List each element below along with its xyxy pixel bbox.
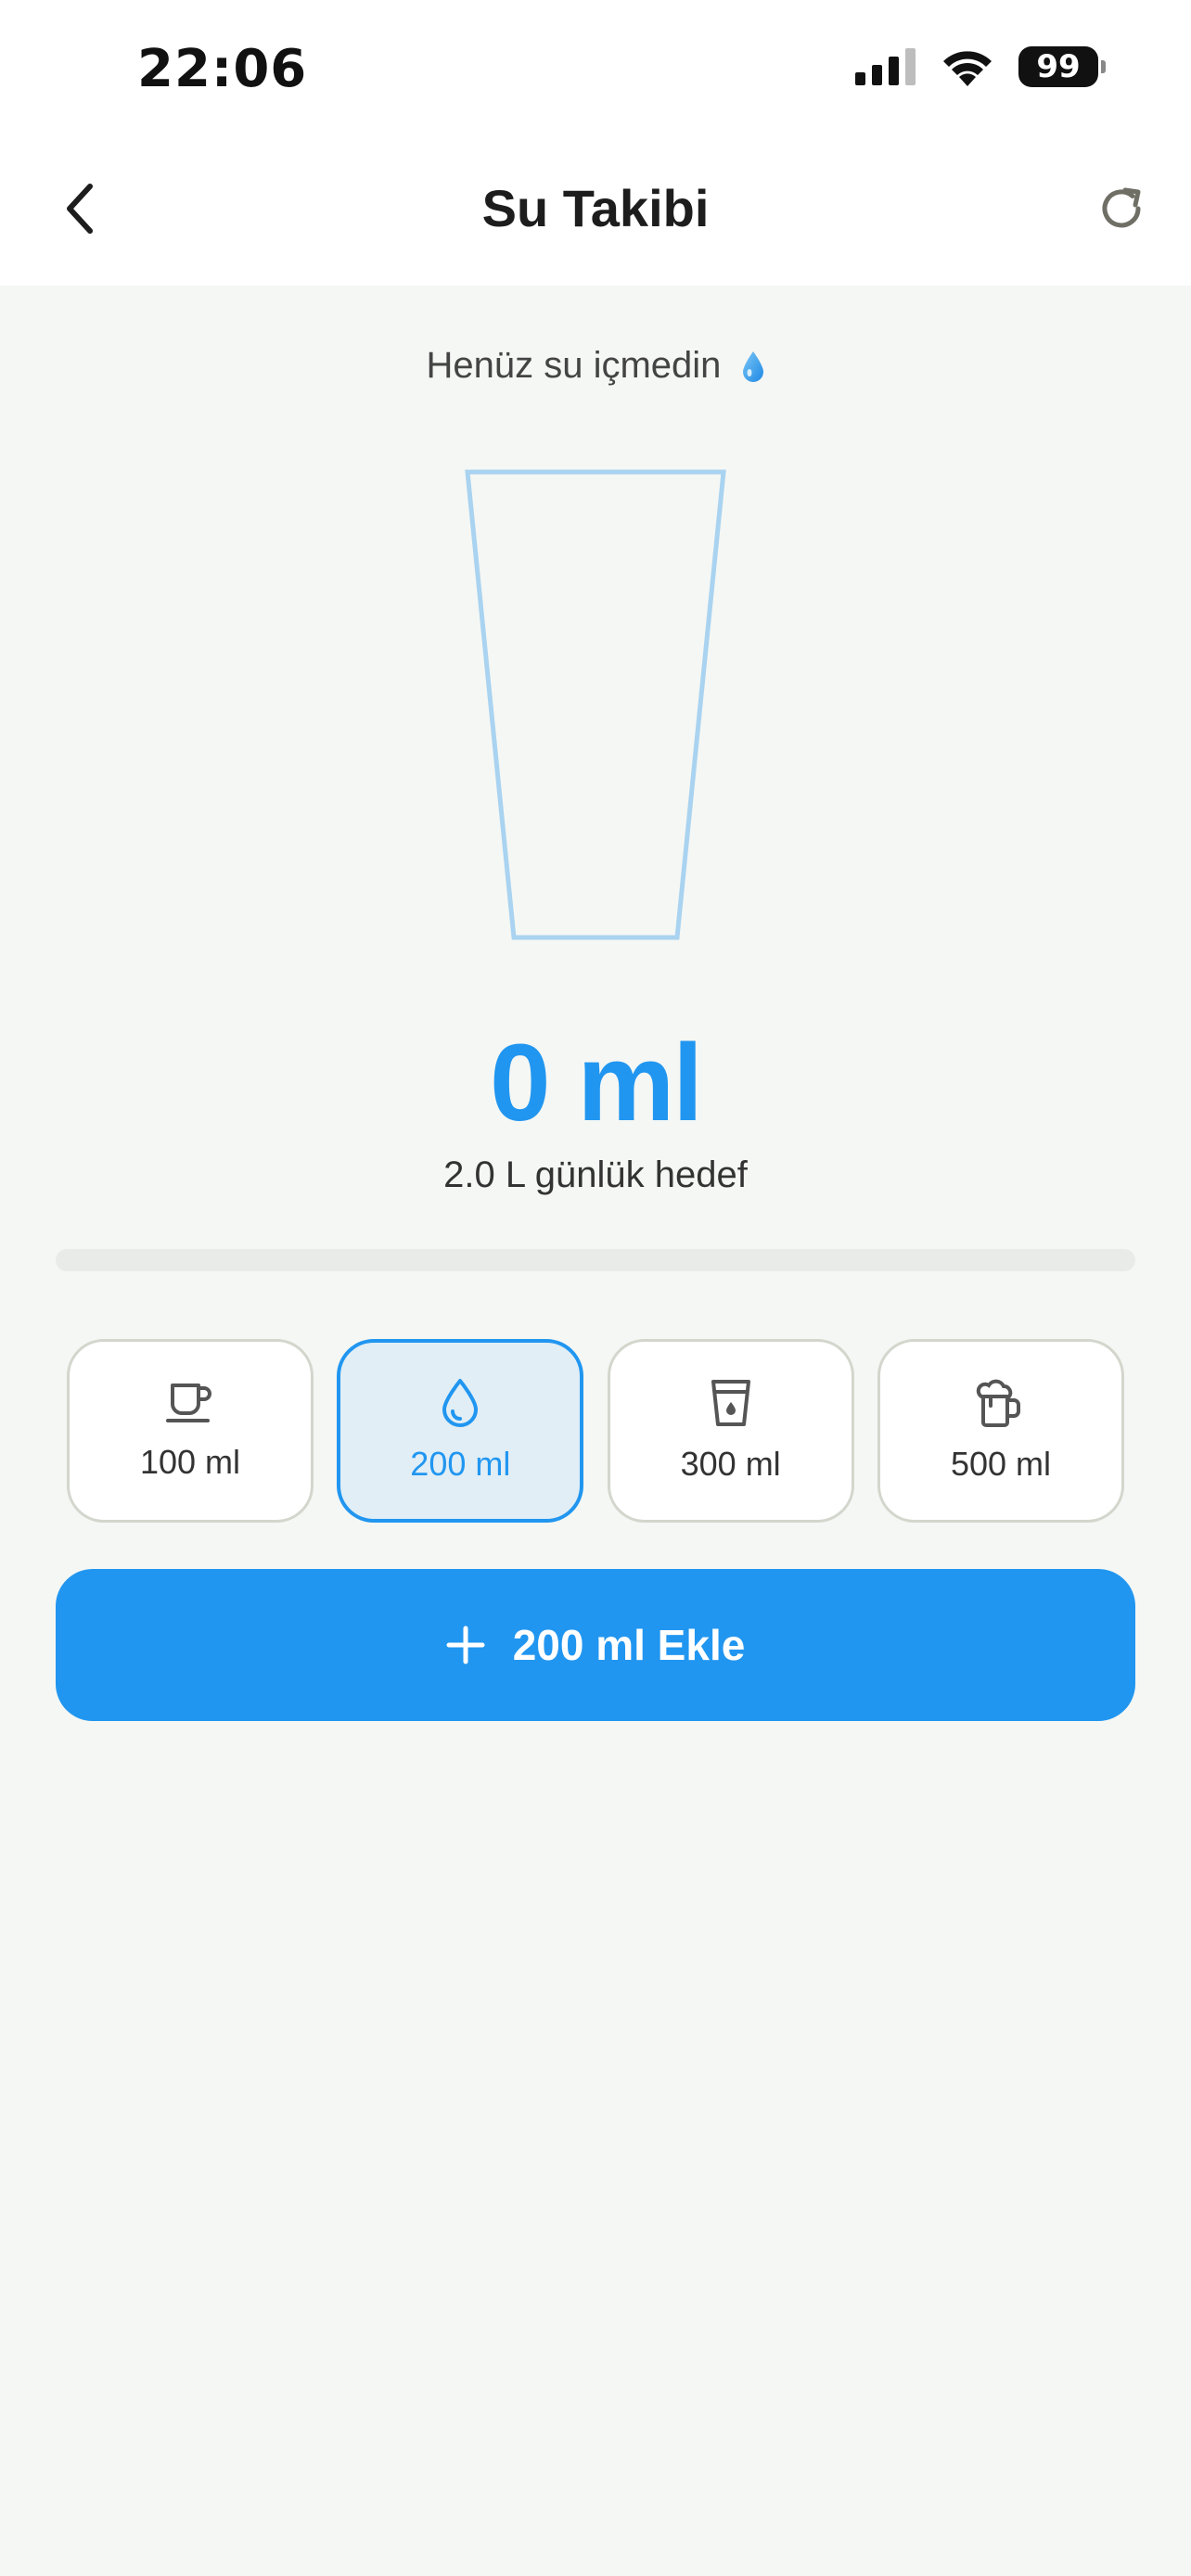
status-icons: 99 xyxy=(855,46,1106,87)
plus-icon xyxy=(446,1626,485,1664)
reset-button[interactable] xyxy=(1089,176,1154,241)
page-title: Su Takibi xyxy=(481,179,710,237)
option-300ml[interactable]: 300 ml xyxy=(607,1339,854,1523)
daily-goal: 2.0 L günlük hedef xyxy=(443,1154,748,1195)
beer-mug-icon xyxy=(976,1379,1020,1427)
option-label: 100 ml xyxy=(139,1443,241,1481)
option-200ml[interactable]: 200 ml xyxy=(337,1339,584,1523)
status-time: 22:06 xyxy=(137,39,308,99)
add-button-label: 200 ml Ekle xyxy=(512,1621,746,1669)
battery-level: 99 xyxy=(1036,48,1081,85)
progress-bar xyxy=(56,1249,1135,1271)
status-hint: Henüz su içmedin xyxy=(0,345,1191,387)
add-water-button[interactable]: 200 ml Ekle xyxy=(56,1569,1135,1721)
refresh-icon xyxy=(1102,187,1141,228)
option-100ml[interactable]: 100 ml xyxy=(67,1339,314,1523)
water-glass-icon xyxy=(711,1380,750,1426)
coffee-cup-icon xyxy=(166,1384,211,1422)
amount-options: 100 ml 200 ml 300 ml 500 ml xyxy=(67,1339,1124,1523)
header: Su Takibi xyxy=(0,139,1191,286)
option-label: 300 ml xyxy=(680,1445,781,1483)
option-500ml[interactable]: 500 ml xyxy=(877,1339,1124,1523)
battery-indicator: 99 xyxy=(1018,46,1106,87)
water-drop-icon xyxy=(742,351,763,383)
option-label: 500 ml xyxy=(950,1445,1052,1483)
water-glass-visual xyxy=(465,469,726,940)
hint-text: Henüz su içmedin xyxy=(426,345,722,386)
option-label: 200 ml xyxy=(410,1445,511,1483)
intake-amount: 0 ml xyxy=(489,1022,703,1144)
status-bar: 22:06 99 xyxy=(0,0,1191,139)
water-drop-icon xyxy=(442,1379,479,1427)
cellular-signal-icon xyxy=(855,48,916,85)
water-tracker-screen: 22:06 99 Su Takibi Henüz su içmedin 0 ml… xyxy=(0,0,1191,2576)
wifi-icon xyxy=(943,51,992,86)
